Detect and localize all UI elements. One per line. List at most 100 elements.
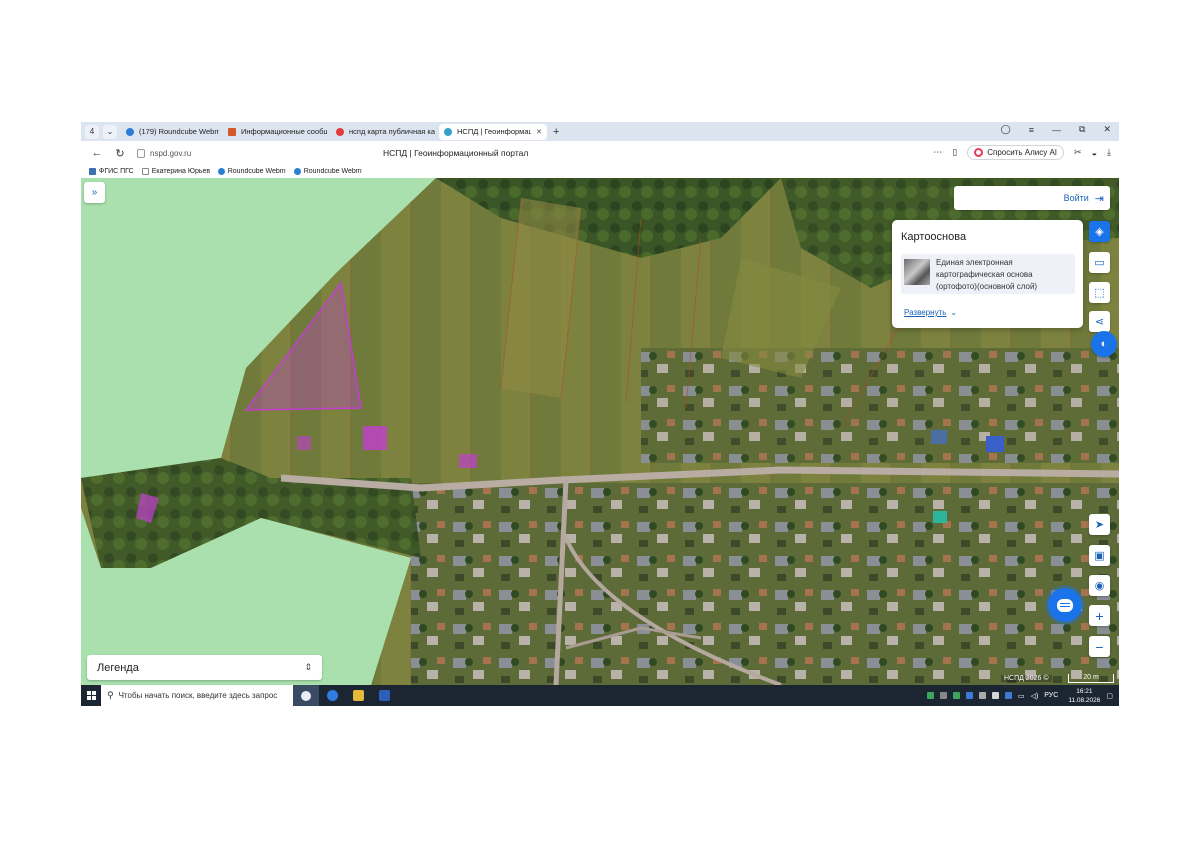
login-arrow-icon: ⇥ [1094, 192, 1104, 205]
yandex-browser-app[interactable] [293, 685, 319, 706]
location-pin-icon: ◉ [1094, 580, 1105, 592]
search-icon: ⚲ [107, 690, 114, 700]
system-tray: ▭ ◁) РУС 16:21 11.08.2026 ▢ [926, 685, 1113, 706]
tab-list-chevron-icon[interactable]: ⌄ [103, 124, 117, 139]
page-title: НСПД | Геоинформационный портал [383, 148, 529, 158]
close-window-icon[interactable]: ✕ [1103, 124, 1111, 135]
chat-bubble-icon [1057, 598, 1073, 612]
language-indicator[interactable]: РУС [1044, 692, 1058, 699]
geolocate-button[interactable]: ➤ [1089, 514, 1110, 535]
tab-nspd-portal[interactable]: НСПД | Геоинформационный портал ✕ [439, 123, 547, 140]
taskbar-search[interactable]: ⚲ Чтобы начать поиск, введите здесь запр… [101, 685, 293, 706]
tab-search-results[interactable]: нспд карта публичная кадастровая [331, 124, 435, 140]
reload-icon[interactable]: ↻ [113, 147, 127, 160]
tab-bar: 4 ⌄ (179) Roundcube Webmail Информационн… [81, 122, 1119, 141]
layers-icon: ◈ [1095, 226, 1104, 238]
bookmark-ekaterina[interactable]: Екатерина Юрьевна [141, 168, 210, 175]
layers-tool-button[interactable]: ◈ [1089, 221, 1110, 242]
restore-icon[interactable]: ⧉ [1079, 124, 1085, 135]
bookmark-fgis[interactable]: ФГИС ПГС [89, 168, 134, 175]
back-arrow-icon[interactable]: ← [90, 147, 104, 159]
word-app[interactable] [371, 685, 397, 706]
assistant-tool-button[interactable]: ◐ [1091, 331, 1117, 357]
site-icon [228, 127, 236, 136]
start-button[interactable] [81, 685, 101, 706]
new-tab-button[interactable]: + [553, 126, 559, 138]
legend-dropdown[interactable]: Легенда ⇕ [87, 655, 322, 680]
yandex-icon [336, 127, 344, 136]
navigation-arrow-icon: ➤ [1094, 519, 1105, 531]
clock[interactable]: 16:21 11.08.2026 [1068, 687, 1100, 705]
close-tab-icon[interactable]: ✕ [536, 128, 542, 136]
zoom-in-button[interactable]: + [1089, 605, 1110, 626]
layer-thumbnail [904, 259, 930, 285]
chat-button[interactable] [1048, 588, 1082, 622]
nspd-icon [444, 127, 452, 136]
alice-icon [974, 148, 984, 157]
tab-count-badge[interactable]: 4 [85, 124, 99, 139]
tray-app-icon[interactable] [965, 692, 973, 699]
scale-bar: 20 m [1068, 674, 1114, 683]
share-tool-button[interactable]: ⋖ [1089, 311, 1110, 332]
bookmark-roundcube-2[interactable]: Roundcube Webmail [293, 168, 362, 175]
lock-icon [137, 148, 145, 158]
selected-parcel [244, 281, 362, 411]
tray-app-icon[interactable] [991, 692, 999, 699]
download-icon[interactable]: ⤓ [1107, 147, 1111, 158]
address-bar: ← ↻ nspd.gov.ru НСПД | Геоинформационный… [81, 141, 1119, 165]
url-field[interactable]: nspd.gov.ru [137, 148, 191, 158]
file-explorer-app[interactable] [345, 685, 371, 706]
chevron-down-icon: ⌄ [950, 308, 958, 317]
location-pin-button[interactable]: ◉ [1089, 575, 1110, 596]
tab-roundcube[interactable]: (179) Roundcube Webmail [121, 124, 219, 140]
tray-app-icon[interactable] [926, 692, 934, 699]
menu-icon[interactable]: ≡ [1029, 125, 1034, 135]
address-bar-actions: ⋯ ▯ Спросить Алису AI ✂ ◒ ⤓ [933, 145, 1111, 160]
tab-info-messages[interactable]: Информационные сообщения [223, 124, 327, 140]
map-layer-icon: ▣ [1094, 550, 1105, 562]
volume-icon[interactable]: ◁) [1031, 692, 1039, 700]
extension-icon[interactable]: ✂ [1074, 147, 1082, 158]
tray-app-icon[interactable] [952, 692, 960, 699]
ruler-tool-button[interactable]: ▭ [1089, 252, 1110, 273]
browser-app[interactable] [319, 685, 345, 706]
layer-switch-button[interactable]: ▣ [1089, 545, 1110, 566]
windows-logo-icon [86, 691, 96, 700]
network-icon[interactable]: ▭ [1018, 692, 1025, 700]
basemap-layer-item[interactable]: Единая электронная картографическая осно… [901, 254, 1075, 294]
login-button[interactable]: Войти ⇥ [954, 186, 1110, 210]
basemap-panel: Картооснова Единая электронная картограф… [892, 220, 1083, 328]
basemap-title: Картооснова [901, 231, 967, 243]
minimize-icon[interactable]: — [1052, 125, 1061, 135]
window-controls: ◯ ≡ — ⧉ ✕ [1001, 124, 1111, 135]
map-canvas[interactable]: » Войти ⇥ Картооснова Единая электронная… [81, 178, 1119, 685]
page-icon [141, 168, 149, 175]
bookmark-favicon-icon [89, 168, 96, 175]
more-dots-icon[interactable]: ⋯ [933, 147, 942, 158]
select-area-tool-button[interactable]: ⬚ [1089, 282, 1110, 303]
bookmark-icon[interactable]: ▯ [952, 147, 957, 158]
bookmarks-bar: ФГИС ПГС Екатерина Юрьевна Roundcube Web… [81, 165, 1119, 178]
ask-alice-button[interactable]: Спросить Алису AI [967, 145, 1065, 160]
double-chevron-right-icon: » [91, 187, 98, 198]
assistant-icon: ◐ [1100, 338, 1108, 350]
screen: 4 ⌄ (179) Roundcube Webmail Информационн… [81, 122, 1119, 706]
select-area-icon: ⬚ [1094, 287, 1105, 299]
shield-icon[interactable]: ◒ [1092, 148, 1097, 158]
notifications-icon[interactable]: ▢ [1106, 692, 1113, 700]
sort-chevrons-icon: ⇕ [304, 662, 312, 672]
zoom-out-button[interactable]: − [1089, 636, 1110, 657]
tray-app-icon[interactable] [1004, 692, 1012, 699]
bookmark-roundcube-1[interactable]: Roundcube Webmail [217, 168, 286, 175]
expand-sidebar-button[interactable]: » [84, 182, 105, 203]
basemap-expand-link[interactable]: Развернуть ⌄ [904, 308, 957, 317]
profile-icon[interactable]: ◯ [1001, 124, 1011, 135]
tray-app-icon[interactable] [939, 692, 947, 699]
tray-app-icon[interactable] [978, 692, 986, 699]
roundcube-icon [217, 168, 225, 175]
taskbar: ⚲ Чтобы начать поиск, введите здесь запр… [81, 685, 1119, 706]
folder-icon [352, 690, 364, 701]
attribution: НСПД 2026 © [1001, 675, 1052, 682]
ruler-icon: ▭ [1094, 257, 1105, 269]
share-icon: ⋖ [1094, 316, 1105, 328]
